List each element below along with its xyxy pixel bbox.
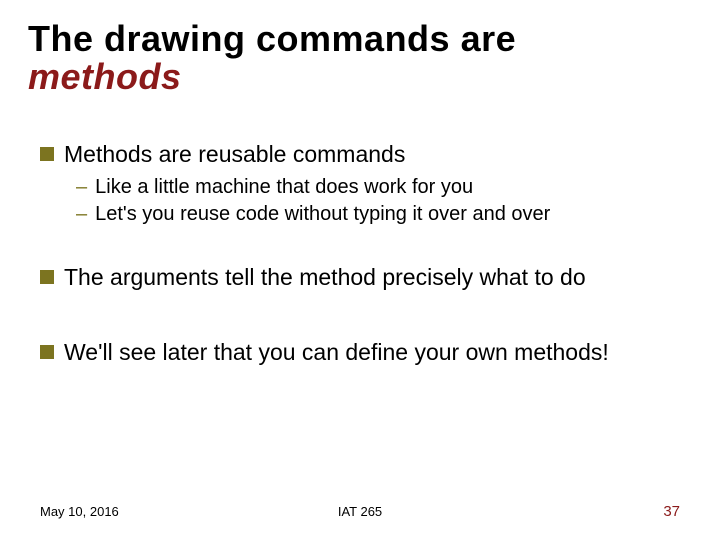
bullet-text: We'll see later that you can define your…: [64, 338, 609, 367]
footer-page-number: 37: [663, 503, 680, 520]
sub-list: – Like a little machine that does work f…: [76, 175, 680, 227]
bullet-text: The arguments tell the method precisely …: [64, 263, 586, 292]
title-line-1: The drawing commands are: [28, 20, 692, 58]
dash-bullet-icon: –: [76, 175, 87, 200]
slide-footer: May 10, 2016 IAT 265 37: [40, 503, 680, 520]
sub-item: – Like a little machine that does work f…: [76, 175, 680, 200]
bullet-item: Methods are reusable commands: [40, 140, 680, 169]
bullet-text: Methods are reusable commands: [64, 140, 405, 169]
spacer: [40, 229, 680, 263]
slide-content: Methods are reusable commands – Like a l…: [40, 140, 680, 372]
sub-text: Let's you reuse code without typing it o…: [95, 202, 550, 227]
spacer: [40, 298, 680, 338]
dash-bullet-icon: –: [76, 202, 87, 227]
slide: The drawing commands are methods Methods…: [0, 0, 720, 540]
slide-title: The drawing commands are methods: [28, 20, 692, 96]
footer-date: May 10, 2016: [40, 504, 119, 519]
sub-text: Like a little machine that does work for…: [95, 175, 473, 200]
bullet-item: The arguments tell the method precisely …: [40, 263, 680, 292]
title-line-2: methods: [28, 58, 692, 96]
square-bullet-icon: [40, 270, 54, 284]
bullet-item: We'll see later that you can define your…: [40, 338, 680, 367]
footer-course: IAT 265: [338, 504, 382, 519]
square-bullet-icon: [40, 345, 54, 359]
square-bullet-icon: [40, 147, 54, 161]
sub-item: – Let's you reuse code without typing it…: [76, 202, 680, 227]
